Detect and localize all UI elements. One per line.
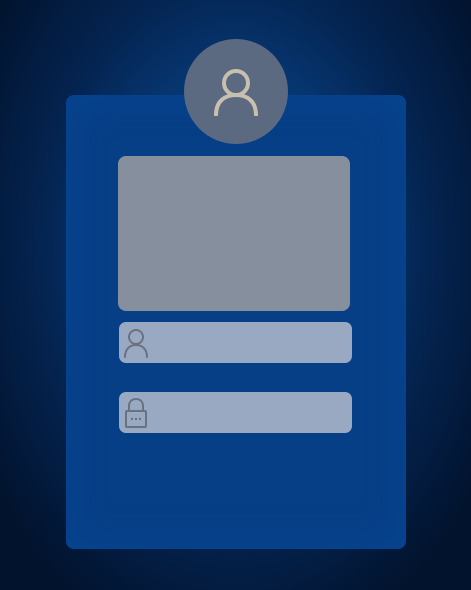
lock-icon xyxy=(119,392,153,433)
username-input[interactable] xyxy=(153,322,352,363)
user-avatar xyxy=(184,39,288,144)
user-avatar-icon xyxy=(214,68,258,116)
username-field[interactable] xyxy=(119,322,352,363)
password-input[interactable] xyxy=(153,392,352,433)
user-icon xyxy=(119,322,153,363)
password-field[interactable] xyxy=(119,392,352,433)
message-box xyxy=(118,156,350,311)
